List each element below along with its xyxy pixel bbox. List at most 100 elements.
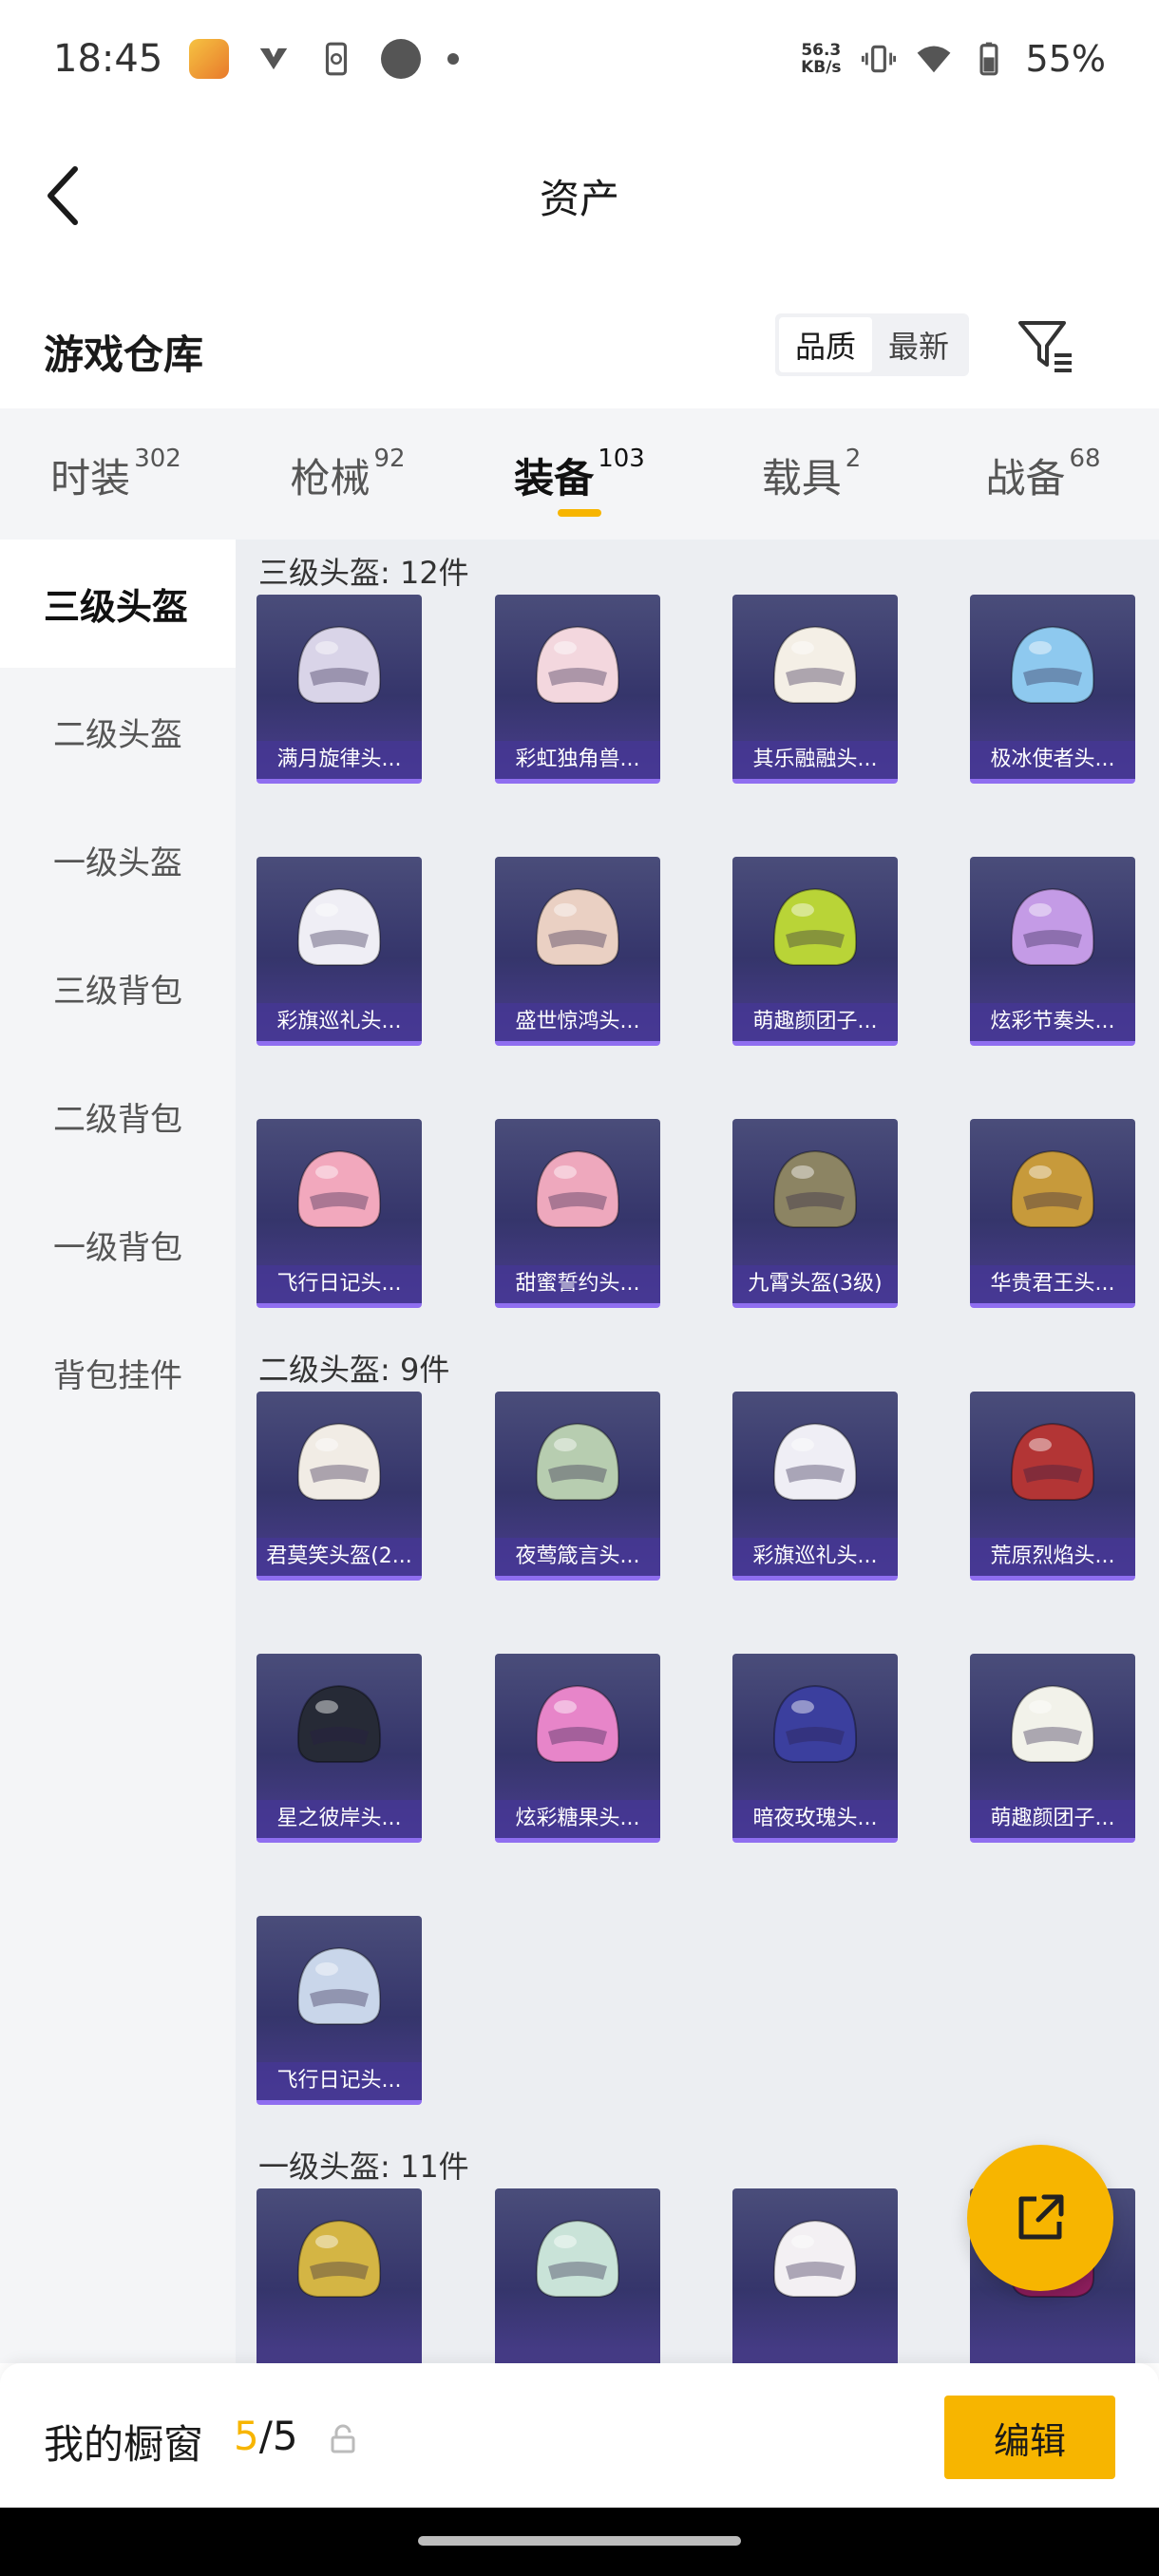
vibrate-icon [861,45,896,73]
sidebar-item-level1-helmet[interactable]: 一级头盔 [0,796,236,924]
sort-newest-button[interactable]: 最新 [872,317,965,372]
sort-quality-button[interactable]: 品质 [779,317,872,372]
sort-toggle: 品质 最新 [775,313,969,376]
sidebar-item-level2-backpack[interactable]: 二级背包 [0,1052,236,1181]
category-tabs: 时装 302 枪械 92 装备 103 载具 2 战备 68 [0,408,1159,540]
system-nav-bar [0,2508,1159,2576]
sidebar-item-level1-backpack[interactable]: 一级背包 [0,1181,236,1309]
item-card[interactable]: 满月旋律头... [256,595,422,784]
item-name: 彩旗巡礼头... [732,1538,898,1576]
status-time: 18:45 [53,37,163,81]
item-card[interactable]: 华贵君王头... [970,1119,1135,1308]
helmet-icon [296,2219,382,2298]
app-notification-icon [189,39,230,79]
helmet-icon [296,1946,382,2025]
item-card[interactable]: 君莫笑头盔(2... [256,1392,422,1581]
share-button[interactable] [967,2145,1113,2291]
notification-dot-icon [381,39,422,79]
item-card[interactable] [495,2188,660,2363]
item-name: 九霄头盔(3级) [732,1265,898,1303]
tab-weapons[interactable]: 枪械 92 [232,408,464,540]
tab-label: 装备 [514,455,595,502]
net-speed: 56.3 KB/s [801,42,841,76]
showcase-label: 我的橱窗 [44,2421,204,2468]
tab-equipment[interactable]: 装备 103 [464,408,695,540]
tab-fashion[interactable]: 时装 302 [0,408,232,540]
showcase-bar: 我的橱窗 5/5 编辑 [0,2363,1159,2508]
item-card[interactable]: 彩旗巡礼头... [256,857,422,1046]
item-name: 飞行日记头... [256,1265,422,1303]
item-card[interactable]: 炫彩糖果头... [495,1654,660,1843]
item-name: 彩旗巡礼头... [256,1003,422,1041]
item-card[interactable]: 飞行日记头... [256,1916,422,2105]
sidebar-item-level3-backpack[interactable]: 三级背包 [0,924,236,1052]
net-speed-unit: KB/s [801,58,842,77]
item-card[interactable]: 夜莺箴言头... [495,1392,660,1581]
status-bar: 18:45 56.3 KB/s 55% [0,0,1159,118]
group-title: 一级头盔: 11件 [258,2149,469,2185]
item-name: 彩虹独角兽... [495,741,660,779]
item-card[interactable]: 萌趣颜团子... [732,857,898,1046]
more-notifications-icon [447,53,460,65]
helmet-icon [1010,625,1095,704]
helmet-icon [772,1149,858,1228]
helmet-icon [535,887,620,966]
item-card[interactable]: 极冰使者头... [970,595,1135,784]
item-name: 萌趣颜团子... [732,1003,898,1041]
wifi-icon [917,46,950,73]
item-card[interactable]: 星之彼岸头... [256,1654,422,1843]
item-card[interactable]: 盛世惊鸿头... [495,857,660,1046]
helmet-icon [296,1149,382,1228]
showcase-count: 5/5 [234,2413,298,2459]
item-name: 满月旋律头... [256,741,422,779]
item-card[interactable]: 其乐融融头... [732,595,898,784]
item-card[interactable]: 荒原烈焰头... [970,1392,1135,1581]
tab-label: 时装 [50,455,131,502]
tab-vehicles[interactable]: 载具 2 [695,408,927,540]
item-name: 萌趣颜团子... [970,1800,1135,1838]
warehouse-header: 游戏仓库 品质 最新 [0,294,1159,399]
item-card[interactable]: 萌趣颜团子... [970,1654,1135,1843]
helmet-icon [772,1422,858,1501]
item-name: 炫彩节奏头... [970,1003,1135,1041]
helmet-icon [1010,1422,1095,1501]
helmet-icon [535,625,620,704]
helmet-icon [535,1149,620,1228]
helmet-icon [296,1422,382,1501]
helmet-icon [296,887,382,966]
helmet-icon [772,1684,858,1763]
tab-label: 载具 [761,455,842,502]
filter-button[interactable] [1015,315,1077,378]
lock-icon [331,2424,355,2453]
edit-button[interactable]: 编辑 [944,2396,1115,2479]
helmet-icon [535,1684,620,1763]
item-card[interactable]: 暗夜玫瑰头... [732,1654,898,1843]
item-card[interactable]: 飞行日记头... [256,1119,422,1308]
app-header: 资产 [0,118,1159,270]
sidebar-item-level3-helmet[interactable]: 三级头盔 [0,540,236,668]
share-icon [1018,2194,1064,2240]
item-card[interactable]: 彩旗巡礼头... [732,1392,898,1581]
showcase-current: 5 [234,2413,259,2459]
sidebar-item-backpack-charm[interactable]: 背包挂件 [0,1309,236,1437]
battery-percent: 55% [1025,38,1106,80]
sidebar-item-level2-helmet[interactable]: 二级头盔 [0,668,236,796]
net-speed-value: 56.3 [801,41,842,60]
tab-supplies[interactable]: 战备 68 [927,408,1159,540]
item-card[interactable]: 炫彩节奏头... [970,857,1135,1046]
tab-label: 枪械 [290,455,370,502]
item-card[interactable]: 甜蜜誓约头... [495,1119,660,1308]
item-card[interactable] [732,2188,898,2363]
tab-label: 战备 [985,455,1066,502]
item-card[interactable] [256,2188,422,2363]
home-indicator[interactable] [418,2536,741,2546]
helmet-icon [1010,1684,1095,1763]
item-name: 盛世惊鸿头... [495,1003,660,1041]
item-card[interactable]: 彩虹独角兽... [495,595,660,784]
helmet-icon [772,625,858,704]
item-name: 荒原烈焰头... [970,1538,1135,1576]
item-card[interactable]: 九霄头盔(3级) [732,1119,898,1308]
item-name: 极冰使者头... [970,741,1135,779]
page-title: 资产 [539,176,619,222]
item-name: 炫彩糖果头... [495,1800,660,1838]
